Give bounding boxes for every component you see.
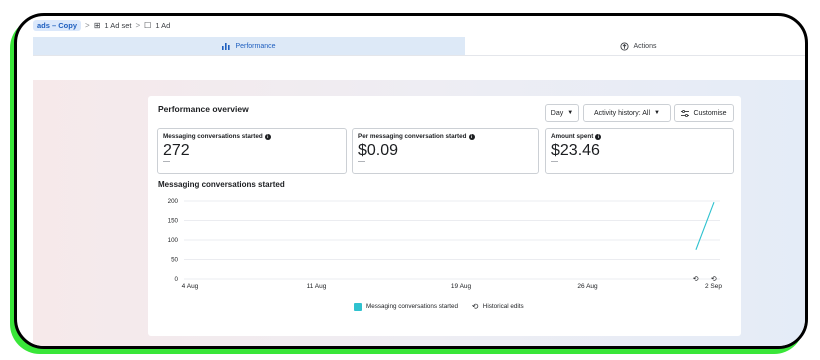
historical-edit-icon: ⟲ xyxy=(472,302,479,311)
tab-performance[interactable]: Performance xyxy=(33,37,465,55)
breadcrumb: ads – Copy > ⊞ 1 Ad set > ☐ 1 Ad xyxy=(33,20,170,31)
tab-performance-label: Performance xyxy=(235,42,276,50)
series-line xyxy=(695,201,715,250)
chart-legend: Messaging conversations started ⟲ Histor… xyxy=(354,302,524,311)
tab-actions[interactable]: Actions xyxy=(465,37,805,55)
square-icon: ☐ xyxy=(144,21,152,30)
y-tick-label: 50 xyxy=(171,257,178,264)
y-tick-label: 100 xyxy=(168,237,179,244)
x-tick-label: 4 Aug xyxy=(182,283,199,290)
tab-bar: Performance Actions xyxy=(33,37,805,56)
legend-edits-label: Historical edits xyxy=(482,303,524,310)
legend-item-historical-edits[interactable]: ⟲ Historical edits xyxy=(472,302,524,311)
y-tick-label: 0 xyxy=(175,276,179,283)
x-tick-label: 2 Sep xyxy=(705,283,722,290)
arrow-up-circle-icon xyxy=(619,41,629,51)
bar-chart-icon xyxy=(222,42,231,50)
performance-overview-card: Performance overview Day ▼ Activity hist… xyxy=(148,96,741,336)
legend-swatch xyxy=(354,302,362,311)
y-tick-label: 150 xyxy=(168,218,179,225)
breadcrumb-ad[interactable]: 1 Ad xyxy=(155,21,170,30)
breadcrumb-separator: > xyxy=(135,21,141,30)
historical-edit-marker: ⟲ xyxy=(693,276,699,283)
breadcrumb-separator: > xyxy=(85,21,90,30)
historical-edit-marker: ⟲ xyxy=(711,276,717,283)
y-tick-label: 200 xyxy=(168,198,179,205)
breadcrumb-ad-set[interactable]: 1 Ad set xyxy=(104,21,131,30)
line-chart: 200 150 100 50 04 Aug 11 Aug 19 Aug 26 Aug 2 Sep… xyxy=(168,198,723,290)
breadcrumb-campaign[interactable]: ads – Copy xyxy=(33,20,82,31)
x-tick-label: 26 Aug xyxy=(577,283,598,290)
legend-series-label: Messaging conversations started xyxy=(366,303,459,310)
x-tick-label: 11 Aug xyxy=(307,283,327,290)
legend-item-series[interactable]: Messaging conversations started xyxy=(354,302,459,311)
tab-actions-label: Actions xyxy=(633,42,657,50)
x-tick-label: 19 Aug xyxy=(451,283,472,290)
grid-icon: ⊞ xyxy=(93,21,101,30)
